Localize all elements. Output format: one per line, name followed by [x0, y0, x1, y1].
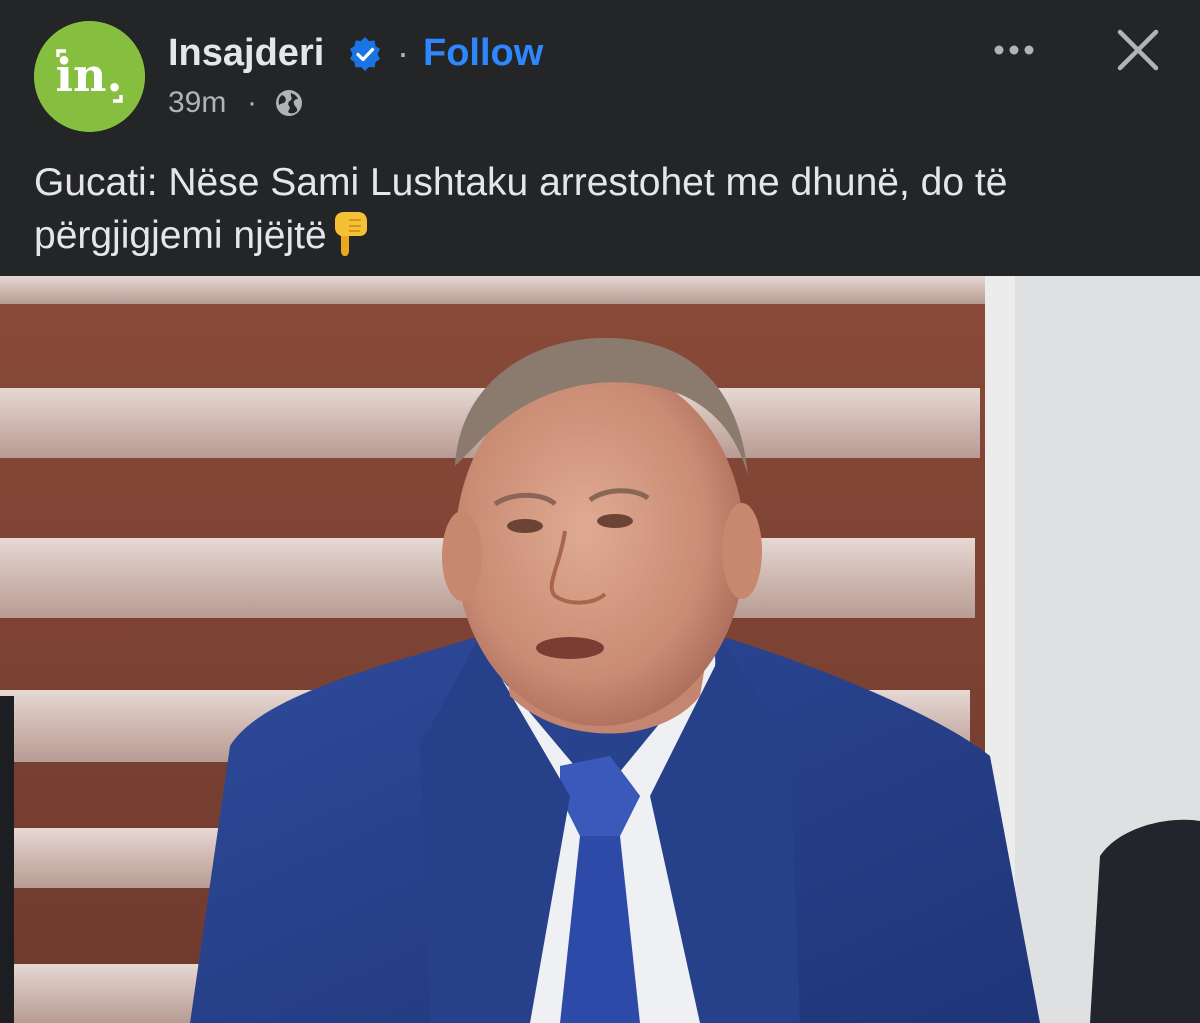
close-icon[interactable]	[1110, 22, 1166, 78]
post-caption-text: Gucati: Nëse Sami Lushtaku arrestohet me…	[34, 161, 1008, 257]
post-photo-image	[0, 276, 1200, 1023]
post-photo[interactable]	[0, 276, 1200, 1023]
pointing-down-emoji	[334, 212, 367, 256]
page-avatar[interactable]: in.	[34, 21, 145, 132]
more-options-icon[interactable]	[990, 26, 1038, 74]
verified-badge-icon	[350, 37, 380, 71]
page-name-link[interactable]: Insajderi	[168, 30, 324, 76]
facebook-post: in. Insajderi · Follow 39m · Gucati: Nës…	[0, 0, 1200, 1023]
post-caption: Gucati: Nëse Sami Lushtaku arrestohet me…	[34, 156, 1174, 262]
timestamp-separator: ·	[247, 86, 257, 119]
follow-button[interactable]: Follow	[423, 30, 543, 76]
avatar-logo-text: in.	[56, 48, 123, 102]
header-separator: ·	[397, 32, 409, 73]
post-header: in. Insajderi · Follow 39m · Gucati: Nës…	[0, 0, 1200, 276]
post-timestamp[interactable]: 39m	[168, 84, 226, 122]
insajderi-logo-icon: in.	[34, 21, 145, 132]
globe-icon[interactable]	[273, 87, 305, 119]
